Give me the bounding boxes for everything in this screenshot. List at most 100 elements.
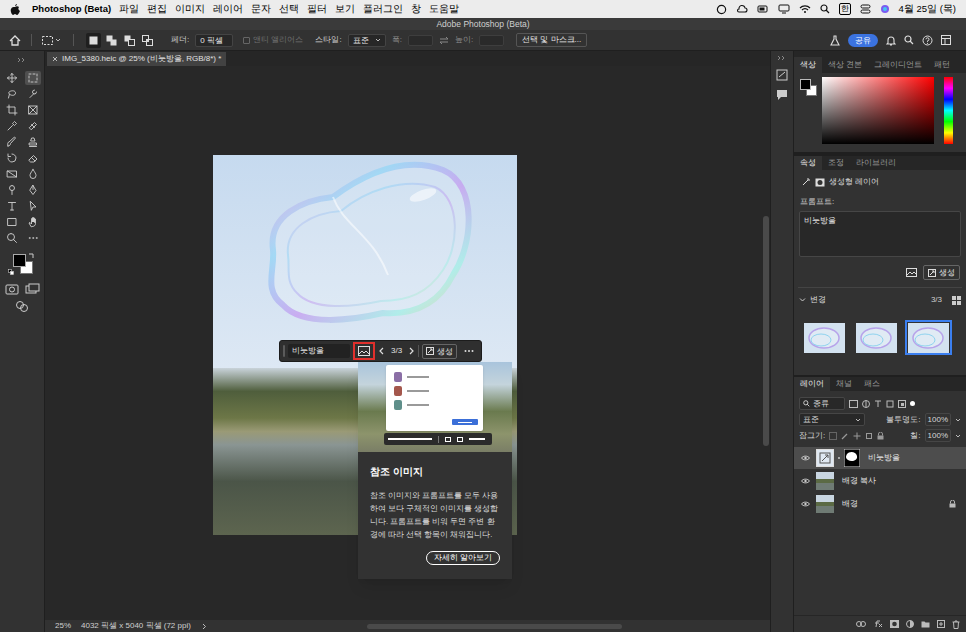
menu-item[interactable]: 창 xyxy=(411,2,421,16)
type-icon[interactable] xyxy=(4,199,20,213)
panel-tab[interactable]: 라이브러리 xyxy=(850,156,902,170)
height-field[interactable] xyxy=(479,35,504,46)
intersect-selection-icon[interactable] xyxy=(140,33,155,48)
panel-tab[interactable]: 색상 xyxy=(794,57,822,73)
layer-thumbnail[interactable] xyxy=(816,472,834,490)
reference-image-button[interactable] xyxy=(353,342,375,360)
filter-toggle[interactable] xyxy=(910,401,915,406)
layer-row[interactable]: 비눗방울 xyxy=(794,447,966,469)
hand-icon[interactable] xyxy=(25,215,41,229)
display-icon[interactable] xyxy=(778,4,790,14)
new-layer-icon[interactable] xyxy=(937,620,945,628)
home-icon[interactable] xyxy=(9,35,21,46)
bell-icon[interactable] xyxy=(886,35,896,46)
swap-icon[interactable] xyxy=(439,36,449,45)
dodge-icon[interactable] xyxy=(4,183,20,197)
lock-paint-icon[interactable] xyxy=(841,432,849,440)
pixel-filter-icon[interactable] xyxy=(849,400,858,408)
close-icon[interactable] xyxy=(52,56,58,62)
color-swatches[interactable] xyxy=(7,251,37,277)
layer-name[interactable]: 배경 xyxy=(842,498,858,510)
path-select-icon[interactable] xyxy=(25,199,41,213)
layer-name[interactable]: 배경 복사 xyxy=(842,475,876,487)
blur-icon[interactable] xyxy=(25,167,41,181)
siri-icon[interactable] xyxy=(880,4,890,14)
group-icon[interactable] xyxy=(921,620,930,628)
quick-select-icon[interactable] xyxy=(25,87,41,101)
feather-field[interactable]: 0 픽셀 xyxy=(195,34,233,47)
layer-name[interactable]: 비눗방울 xyxy=(868,452,900,464)
document-info[interactable]: 4032 픽셀 x 5040 픽셀 (72 ppi) xyxy=(81,620,191,632)
eye-icon[interactable] xyxy=(800,453,810,463)
collapse-icon[interactable] xyxy=(777,55,787,61)
width-field[interactable] xyxy=(408,35,433,46)
history-brush-icon[interactable] xyxy=(4,151,20,165)
prompt-field[interactable]: 비눗방울 xyxy=(288,344,350,358)
panel-tab[interactable]: 패스 xyxy=(858,377,886,391)
smart-filter-icon[interactable] xyxy=(898,400,906,408)
search-icon[interactable] xyxy=(820,4,830,14)
layer-style-icon[interactable] xyxy=(873,620,883,628)
tool-preset[interactable] xyxy=(42,36,61,45)
menu-item[interactable]: 선택 xyxy=(279,2,299,16)
document-tab[interactable]: IMG_5380.heic @ 25% (비눗방울, RGB/8*) * xyxy=(47,52,226,66)
wifi-icon[interactable] xyxy=(799,4,811,14)
chevron-right-icon[interactable] xyxy=(201,623,207,630)
more-icon[interactable] xyxy=(464,349,474,353)
variation-thumbnail[interactable] xyxy=(905,320,952,355)
share-button[interactable]: 공유 xyxy=(848,34,878,47)
menu-item[interactable]: 편집 xyxy=(147,2,167,16)
eye-icon[interactable] xyxy=(800,499,810,509)
menu-item[interactable]: 레이어 xyxy=(213,2,243,16)
vertical-scrollbar[interactable] xyxy=(763,216,769,446)
eyedropper-icon[interactable] xyxy=(4,119,20,133)
panel-tab[interactable]: 조정 xyxy=(822,156,850,170)
properties-panel-icon[interactable] xyxy=(776,69,788,81)
antialias-checkbox[interactable]: 앤티 앨리어스 xyxy=(243,34,303,46)
lock-icon[interactable] xyxy=(949,500,956,508)
layer-row[interactable]: 배경 복사 xyxy=(794,470,966,492)
blend-mode-dropdown[interactable]: 표준 xyxy=(799,413,865,426)
panel-tab[interactable]: 레이어 xyxy=(794,377,830,391)
screen-mode-icon[interactable] xyxy=(25,283,40,296)
horizontal-scrollbar[interactable] xyxy=(367,624,622,629)
menu-item[interactable]: 파일 xyxy=(119,2,139,16)
prompt-textarea[interactable]: 비눗방울 xyxy=(799,211,961,257)
lock-all-icon[interactable] xyxy=(877,432,884,440)
panel-tab[interactable]: 채널 xyxy=(830,377,858,391)
battery-icon[interactable] xyxy=(757,4,769,14)
swap-colors-icon[interactable] xyxy=(28,252,35,259)
filter-dropdown[interactable]: 종류 xyxy=(799,397,845,410)
adjustment-layer-icon[interactable] xyxy=(906,620,914,628)
help-icon[interactable] xyxy=(922,35,933,46)
crop-icon[interactable] xyxy=(4,103,20,117)
default-colors-icon[interactable] xyxy=(8,269,14,275)
zoom-level[interactable]: 25% xyxy=(55,620,71,632)
menu-item[interactable]: 도움말 xyxy=(429,2,459,16)
menu-item[interactable]: 이미지 xyxy=(175,2,205,16)
grid-view-icon[interactable] xyxy=(952,296,961,305)
comments-icon[interactable] xyxy=(776,89,788,101)
panel-tab[interactable]: 패턴 xyxy=(928,57,956,73)
stamp-icon[interactable] xyxy=(25,135,41,149)
apple-icon[interactable] xyxy=(10,4,20,15)
hue-slider[interactable] xyxy=(944,77,953,144)
app-menu[interactable]: Photoshop (Beta) xyxy=(32,2,111,16)
generative-layer-thumbnail[interactable] xyxy=(816,449,834,467)
generate-button[interactable]: 생성 xyxy=(422,344,457,359)
link-icon[interactable] xyxy=(856,621,866,627)
canvas-area[interactable]: 비눗방울 3/3 생성 xyxy=(45,66,770,620)
layer-thumbnail[interactable] xyxy=(816,495,834,513)
adjustment-filter-icon[interactable] xyxy=(862,400,870,408)
status-icon[interactable] xyxy=(716,4,727,15)
search-icon[interactable] xyxy=(904,35,914,45)
style-dropdown[interactable]: 표준 xyxy=(348,34,386,47)
generate-button[interactable]: 생성 xyxy=(923,265,960,280)
lasso-icon[interactable] xyxy=(4,87,20,101)
frame-icon[interactable] xyxy=(25,103,41,117)
chevron-down-icon[interactable] xyxy=(955,433,961,439)
foreground-swatch[interactable] xyxy=(800,79,811,90)
move-icon[interactable] xyxy=(4,71,20,85)
cloud-icon[interactable] xyxy=(736,4,748,14)
chevron-down-icon[interactable] xyxy=(799,297,806,303)
